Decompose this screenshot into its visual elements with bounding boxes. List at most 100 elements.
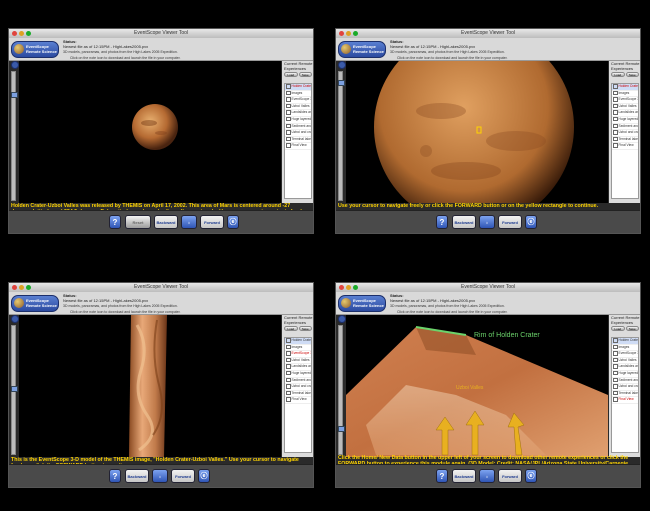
window-title: EventScope Viewer Tool xyxy=(460,30,516,36)
list-item[interactable]: Uzboi Valles xyxy=(285,357,311,365)
status-newest-file: Newest file as of 12:15PM - HighLakes200… xyxy=(63,298,149,303)
home-button[interactable]: ⌂ xyxy=(181,215,197,229)
forward-button[interactable]: Forward xyxy=(200,215,224,229)
home-button[interactable]: ⌂ xyxy=(152,469,168,483)
list-item[interactable]: Huge layered sediments xyxy=(285,370,311,378)
list-item[interactable]: EventScope 3-D model xyxy=(612,97,638,104)
list-item[interactable]: Images xyxy=(612,344,638,352)
backward-button[interactable]: Backward xyxy=(452,215,476,229)
list-item[interactable]: Final View xyxy=(285,143,311,150)
help-button[interactable]: ? xyxy=(436,215,448,229)
load-button[interactable]: Load xyxy=(611,326,625,331)
list-item[interactable]: Uzboi and crater xyxy=(612,384,638,391)
save-button[interactable]: Save xyxy=(625,326,639,331)
eventscope-logo[interactable]: EventScope Remote Science xyxy=(338,41,386,58)
help-button[interactable]: ? xyxy=(109,215,121,229)
list-item[interactable]: Uzboi and crater xyxy=(285,384,311,391)
gear-icon[interactable] xyxy=(11,61,19,69)
slider-knob[interactable] xyxy=(11,386,18,392)
list-item[interactable]: Terminal lake xyxy=(285,390,311,398)
list-item[interactable]: Final View xyxy=(285,397,311,404)
list-item[interactable]: Uzboi and crater xyxy=(612,130,638,137)
eventscope-logo[interactable]: EventScope Remote Science xyxy=(338,295,386,312)
list-item[interactable]: Holden Crater-Uzboi Valles xyxy=(285,84,311,91)
list-item[interactable]: Sediment and deposits xyxy=(285,377,311,385)
save-button[interactable]: Save xyxy=(625,72,639,77)
list-item[interactable]: EventScope 3-D model xyxy=(285,97,311,104)
list-item[interactable]: Uzboi Valles xyxy=(612,357,638,365)
list-item[interactable]: Landslides and rocks xyxy=(612,364,638,371)
list-item[interactable]: Uzboi Valles xyxy=(285,103,311,111)
info-button[interactable]: ⓔ xyxy=(525,215,537,229)
zoom-slider[interactable] xyxy=(11,71,18,201)
list-item-label: Sediment and deposits xyxy=(618,377,639,382)
list-item[interactable]: Uzboi Valles xyxy=(612,103,638,111)
zoom-slider[interactable] xyxy=(338,325,345,455)
list-item[interactable]: Final View xyxy=(612,143,638,150)
slider-knob[interactable] xyxy=(338,426,345,432)
viewer-window-3: EventScope Viewer Tool EventScope Remote … xyxy=(8,282,314,488)
document-icon xyxy=(286,123,291,129)
list-item[interactable]: Landslides and rocks xyxy=(285,110,311,117)
help-button[interactable]: ? xyxy=(109,469,121,483)
list-item[interactable]: Sediment and deposits xyxy=(612,377,639,385)
reset-button[interactable]: Reset xyxy=(125,215,151,229)
sidebar-header: Current Remote Experiences xyxy=(611,315,640,325)
list-item[interactable]: Uzboi and crater xyxy=(285,130,311,137)
info-button[interactable]: ⓔ xyxy=(227,215,239,229)
list-item[interactable]: Holden Crater-Uzboi Valles xyxy=(612,338,638,345)
list-item[interactable]: EventScope 3-D model xyxy=(285,351,311,358)
forward-button[interactable]: Forward xyxy=(498,215,522,229)
gear-icon[interactable] xyxy=(338,61,346,69)
list-item[interactable]: Images xyxy=(612,90,638,98)
backward-button[interactable]: Backward xyxy=(125,469,149,483)
list-item[interactable]: Final View xyxy=(612,397,638,404)
info-button[interactable]: ⓔ xyxy=(525,469,537,483)
load-button[interactable]: Load xyxy=(284,326,298,331)
backward-button[interactable]: Backward xyxy=(452,469,476,483)
backward-button[interactable]: Backward xyxy=(154,215,178,229)
list-item[interactable]: Holden Crater-Uzboi Valles xyxy=(612,84,638,91)
list-item-label: Holden Crater-Uzboi Valles xyxy=(618,338,639,343)
forward-button[interactable]: Forward xyxy=(498,469,522,483)
list-item[interactable]: Terminal lake xyxy=(612,136,638,144)
eventscope-logo[interactable]: EventScope Remote Science xyxy=(11,295,59,312)
zoom-slider[interactable] xyxy=(11,325,18,455)
slider-knob[interactable] xyxy=(338,80,345,86)
gear-icon[interactable] xyxy=(11,315,19,323)
list-item[interactable]: Images xyxy=(285,90,311,98)
list-item[interactable]: Holden Crater-Uzboi Valles xyxy=(285,338,311,345)
info-button[interactable]: ⓔ xyxy=(198,469,210,483)
list-item[interactable]: Terminal lake xyxy=(285,136,311,144)
list-item[interactable]: Terminal lake xyxy=(612,390,638,398)
list-item[interactable]: Sediment and deposits xyxy=(285,123,311,131)
zoom-slider[interactable] xyxy=(338,71,345,201)
slider-knob[interactable] xyxy=(11,92,18,98)
list-item[interactable]: Huge layered sediments xyxy=(285,116,311,124)
gear-icon[interactable] xyxy=(338,315,346,323)
save-button[interactable]: Save xyxy=(298,326,312,331)
save-button[interactable]: Save xyxy=(298,72,312,77)
home-button[interactable]: ⌂ xyxy=(479,469,495,483)
list-item[interactable]: EventScope 3-D model xyxy=(612,351,638,358)
forward-button[interactable]: Forward xyxy=(171,469,195,483)
list-item[interactable]: Huge layered sediments xyxy=(612,116,638,124)
home-button[interactable]: ⌂ xyxy=(479,215,495,229)
document-icon xyxy=(613,377,618,383)
document-icon xyxy=(286,110,291,115)
viewer-canvas[interactable]: Rim of Holden Crater Uzboi Valles xyxy=(346,315,608,457)
load-button[interactable]: Load xyxy=(284,72,298,77)
list-item[interactable]: Images xyxy=(285,344,311,352)
viewer-canvas[interactable] xyxy=(346,61,608,203)
load-button[interactable]: Load xyxy=(611,72,625,77)
eventscope-logo[interactable]: EventScope Remote Science xyxy=(11,41,59,58)
list-item[interactable]: Sediment and deposits xyxy=(612,123,638,131)
document-icon xyxy=(286,84,291,89)
list-item[interactable]: Huge layered sediments xyxy=(612,370,638,378)
viewer-canvas[interactable] xyxy=(19,61,281,203)
list-item[interactable]: Landslides and rocks xyxy=(612,110,638,117)
sidebar-buttons: Load Save xyxy=(282,325,313,332)
help-button[interactable]: ? xyxy=(436,469,448,483)
viewer-canvas[interactable] xyxy=(19,315,281,457)
list-item[interactable]: Landslides and rocks xyxy=(285,364,311,371)
